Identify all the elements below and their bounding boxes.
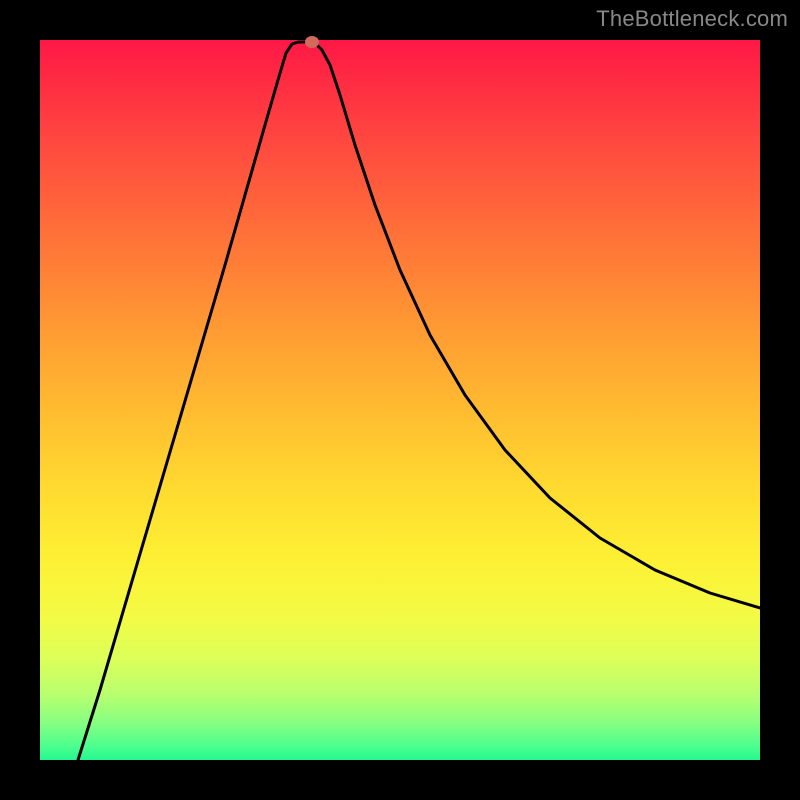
chart-frame: TheBottleneck.com	[0, 0, 800, 800]
watermark-text: TheBottleneck.com	[596, 6, 788, 32]
plot-gradient-area	[40, 40, 760, 760]
